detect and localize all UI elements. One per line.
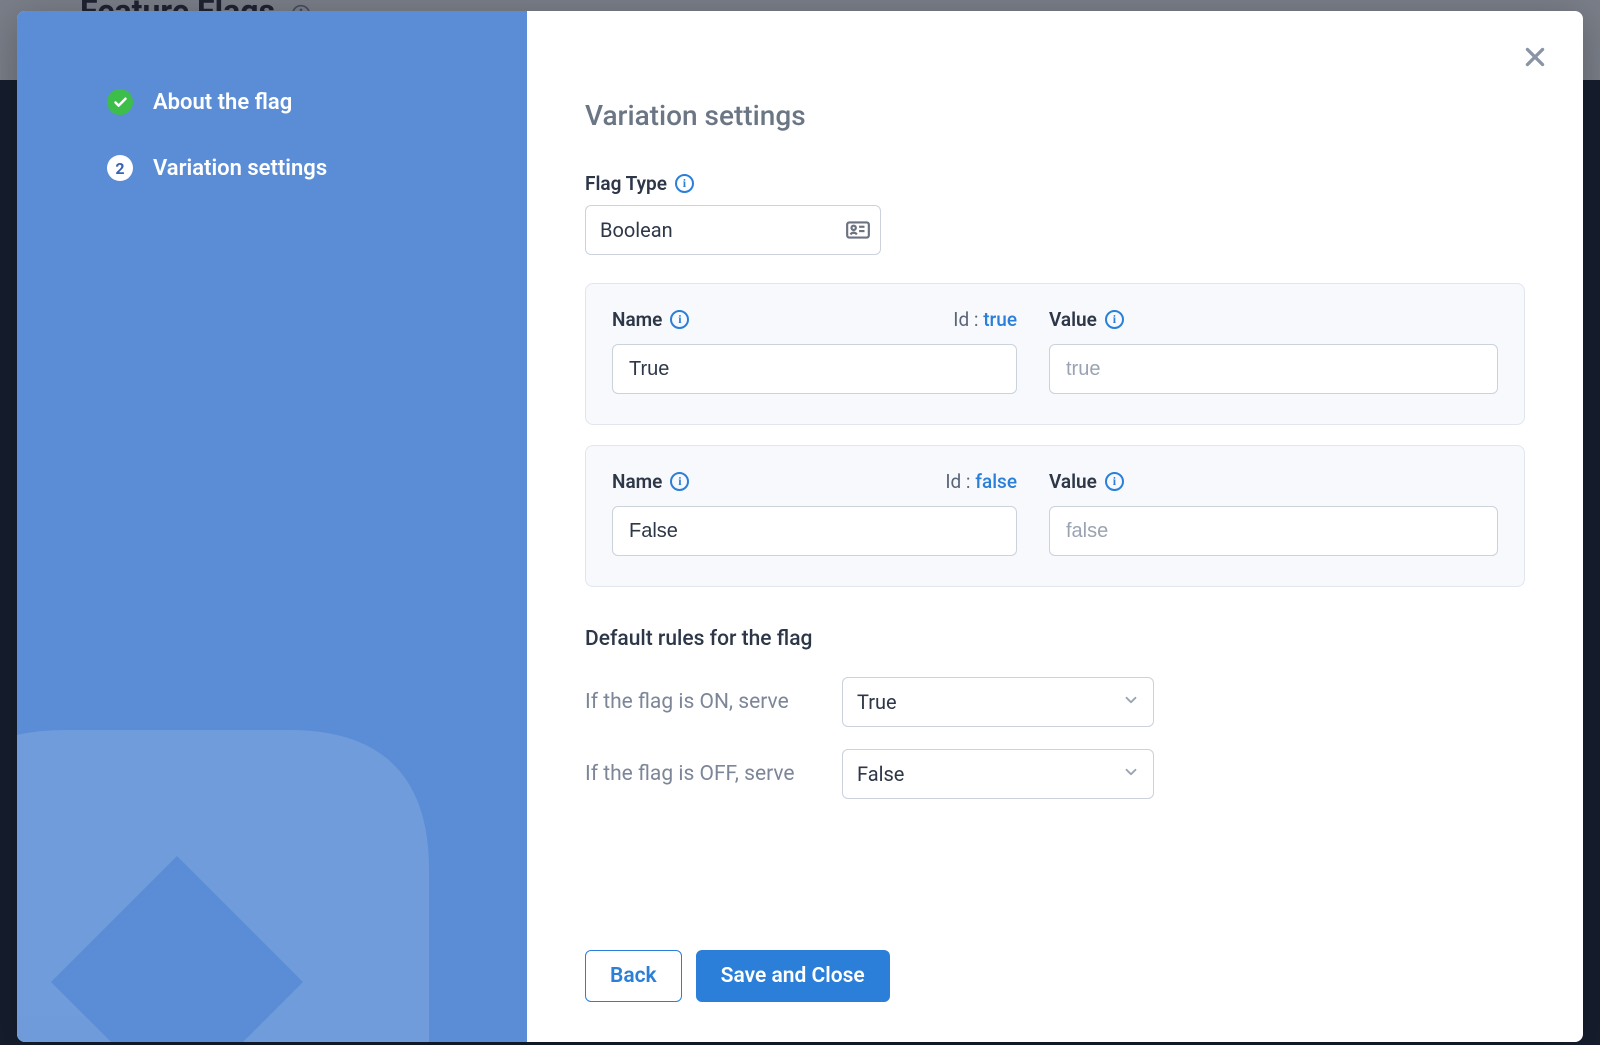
variation-id-label: Id : true: [953, 308, 1017, 331]
rule-off-label: If the flag is OFF, serve: [585, 762, 830, 786]
variation-card-false: Name i Id : false Value i: [585, 445, 1525, 587]
info-icon[interactable]: i: [670, 472, 689, 491]
variation-value-input: [1049, 344, 1498, 394]
rule-on-select[interactable]: True: [842, 677, 1154, 727]
variation-name-input[interactable]: [612, 344, 1017, 394]
brand-shape-icon: [17, 702, 457, 1042]
step-label: About the flag: [153, 90, 292, 115]
variation-name-label: Name i: [612, 470, 689, 493]
wizard-sidebar: About the flag 2 Variation settings: [17, 11, 527, 1042]
step-about-the-flag[interactable]: About the flag: [107, 89, 487, 115]
default-rules-heading: Default rules for the flag: [585, 627, 1525, 651]
info-icon[interactable]: i: [1105, 310, 1124, 329]
variation-id-label: Id : false: [945, 470, 1017, 493]
variation-value-label: Value i: [1049, 470, 1124, 493]
chevron-down-icon: [1122, 691, 1140, 713]
info-icon[interactable]: i: [675, 174, 694, 193]
variation-name-label: Name i: [612, 308, 689, 331]
step-variation-settings[interactable]: 2 Variation settings: [107, 155, 487, 181]
content-heading: Variation settings: [585, 99, 1525, 132]
chevron-down-icon: [1122, 763, 1140, 785]
rule-off-select[interactable]: False: [842, 749, 1154, 799]
flag-type-label: Flag Type i: [585, 172, 1525, 195]
contact-card-icon: [845, 217, 871, 243]
wizard-content: Variation settings Flag Type i Boolean N…: [527, 11, 1583, 1042]
flag-type-select[interactable]: Boolean: [585, 205, 881, 255]
check-icon: [107, 89, 133, 115]
back-button[interactable]: Back: [585, 950, 682, 1002]
close-button[interactable]: [1515, 37, 1555, 77]
rule-on-label: If the flag is ON, serve: [585, 690, 830, 714]
info-icon[interactable]: i: [1105, 472, 1124, 491]
variation-card-true: Name i Id : true Value i: [585, 283, 1525, 425]
variation-value-label: Value i: [1049, 308, 1124, 331]
step-number-badge: 2: [107, 155, 133, 181]
close-icon: [1522, 44, 1548, 70]
create-flag-modal: About the flag 2 Variation settings Vari…: [17, 11, 1583, 1042]
save-and-close-button[interactable]: Save and Close: [696, 950, 890, 1002]
info-icon[interactable]: i: [670, 310, 689, 329]
step-label: Variation settings: [153, 156, 327, 181]
variation-name-input[interactable]: [612, 506, 1017, 556]
variation-value-input: [1049, 506, 1498, 556]
